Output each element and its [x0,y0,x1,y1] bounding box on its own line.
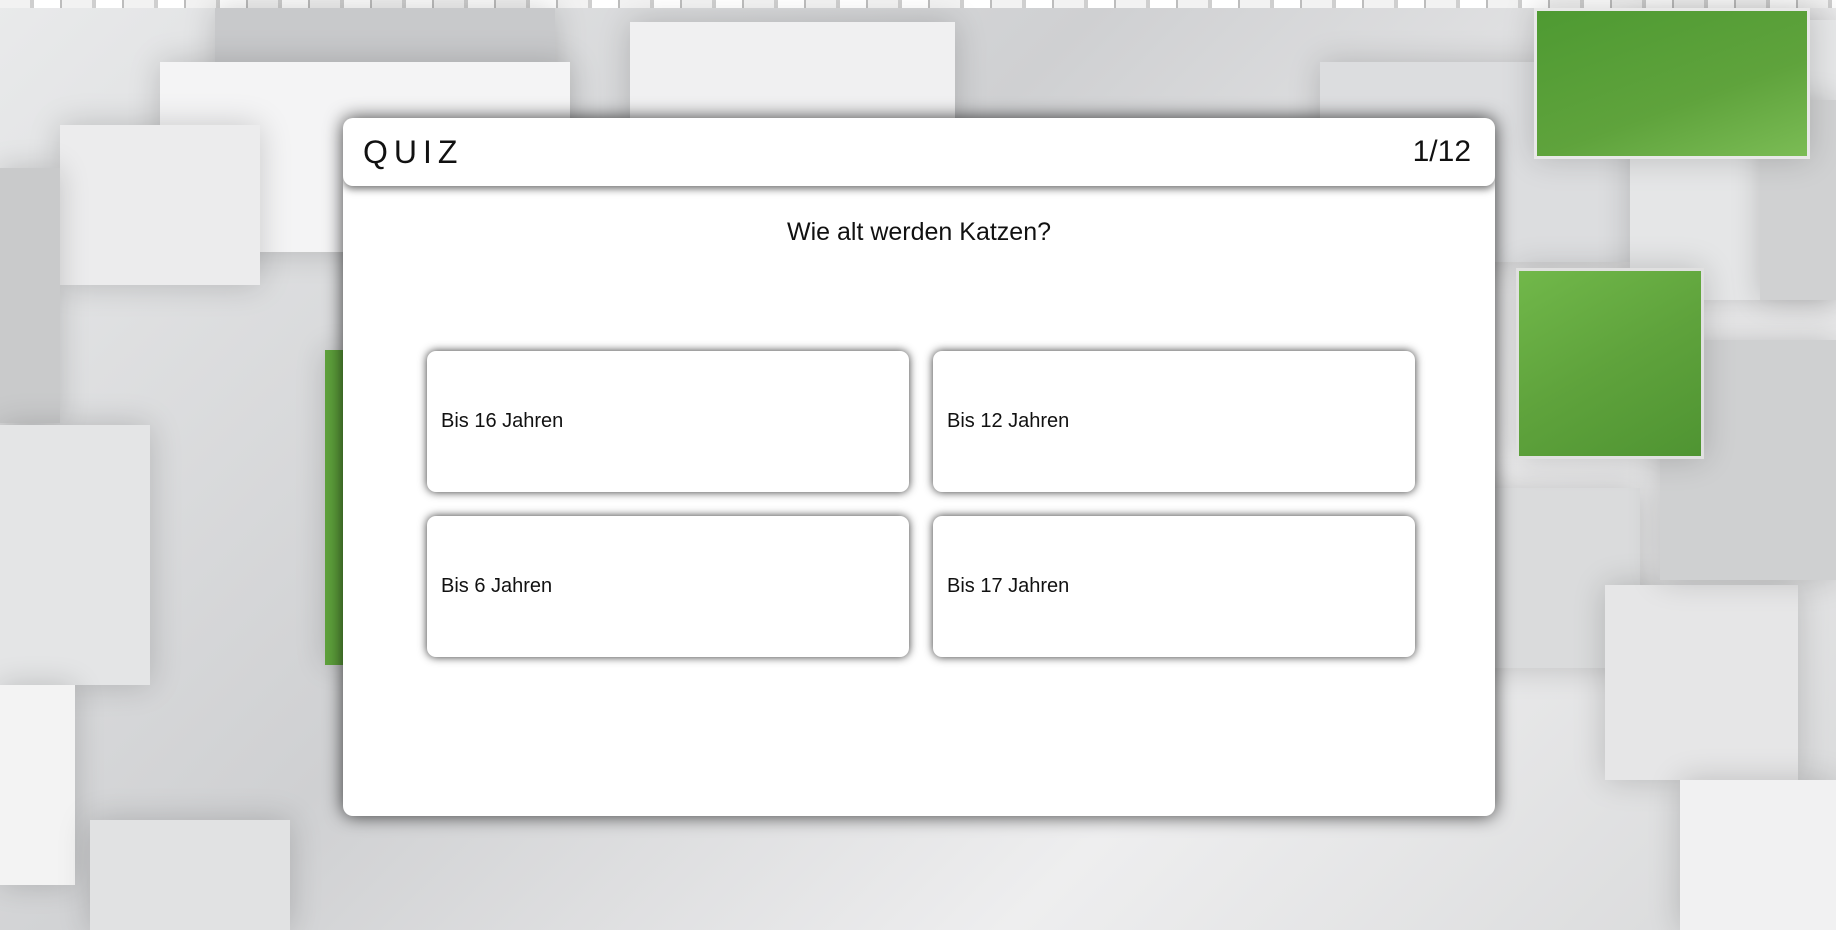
background-tile [0,425,150,685]
question-container: Wie alt werden Katzen? [343,218,1495,247]
quiz-header: QUIZ 1/12 [343,118,1495,186]
background-top-strip [0,0,1836,8]
question-text: Wie alt werden Katzen? [786,218,1052,246]
background-tile [0,168,60,423]
answer-option-4[interactable]: Bis 17 Jahren [933,516,1415,657]
background-tile [1605,585,1798,780]
background-tile [90,820,290,930]
green-tile [1516,268,1704,459]
green-tile [1534,8,1810,159]
answer-option-1[interactable]: Bis 16 Jahren [427,351,909,492]
background-tile [60,125,260,285]
quiz-card: QUIZ 1/12 Wie alt werden Katzen? Bis 16 … [343,118,1495,816]
background-tile [1680,780,1836,930]
quiz-title: QUIZ [363,133,464,170]
question-counter: 1/12 [1412,135,1471,168]
answer-grid: Bis 16 Jahren Bis 12 Jahren Bis 6 Jahren… [427,351,1415,657]
answer-option-2[interactable]: Bis 12 Jahren [933,351,1415,492]
answer-option-3[interactable]: Bis 6 Jahren [427,516,909,657]
background-tile [630,22,955,132]
background-tile [0,685,75,885]
